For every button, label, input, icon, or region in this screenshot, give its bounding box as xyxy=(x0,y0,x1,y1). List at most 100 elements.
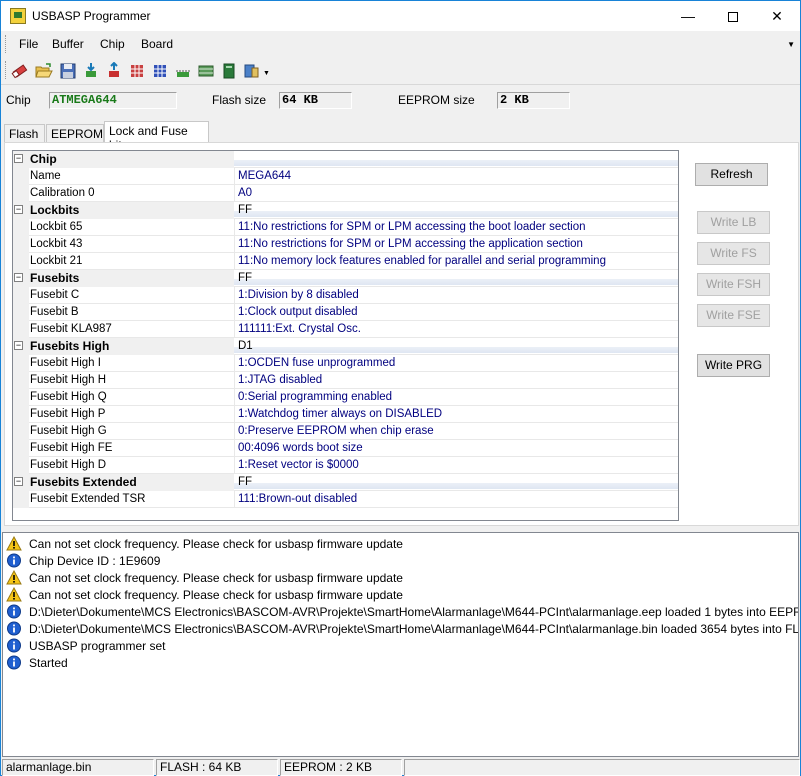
property-value[interactable]: 11:No memory lock features enabled for p… xyxy=(238,255,606,267)
collapse-icon[interactable]: − xyxy=(14,273,23,282)
title-bar[interactable]: USBASP Programmer — ✕ xyxy=(1,1,800,31)
grid-property-row[interactable]: Name MEGA644 xyxy=(13,168,678,185)
menu-board[interactable]: Board xyxy=(141,37,173,51)
row-gutter xyxy=(13,372,29,389)
property-value[interactable]: 11:No restrictions for SPM or LPM access… xyxy=(238,221,586,233)
write-flash-icon[interactable] xyxy=(128,62,146,80)
property-value[interactable]: 1:Division by 8 disabled xyxy=(238,289,359,301)
eeprom-size-value: 2 KB xyxy=(497,92,570,109)
property-value[interactable]: 1:Clock output disabled xyxy=(238,306,358,318)
property-value[interactable]: MEGA644 xyxy=(238,170,291,182)
row-gutter xyxy=(13,321,29,338)
eraser-icon[interactable] xyxy=(11,62,29,80)
write-chip-icon[interactable] xyxy=(82,62,100,80)
minimize-button[interactable]: — xyxy=(665,1,711,31)
grid-property-row[interactable]: Lockbit 21 11:No memory lock features ena… xyxy=(13,253,678,270)
property-value[interactable]: 1:JTAG disabled xyxy=(238,374,322,386)
property-value[interactable]: 1:Watchdog timer always on DISABLED xyxy=(238,408,442,420)
grid-property-row[interactable]: Fusebit B 1:Clock output disabled xyxy=(13,304,678,321)
warning-icon xyxy=(6,587,22,602)
log-message: Started xyxy=(29,656,68,670)
property-value[interactable]: 11:No restrictions for SPM or LPM access… xyxy=(238,238,583,250)
property-value[interactable]: 111:Brown-out disabled xyxy=(238,493,357,505)
grid-property-row[interactable]: Fusebit High Q 0:Serial programming enabl… xyxy=(13,389,678,406)
write-fsh-button[interactable]: Write FSH xyxy=(697,273,770,296)
open-folder-icon[interactable] xyxy=(35,62,53,80)
grid-property-row[interactable]: Fusebit High G 0:Preserve EEPROM when chi… xyxy=(13,423,678,440)
grid-property-row[interactable]: Fusebit High D 1:Reset vector is $0000 xyxy=(13,457,678,474)
save-disk-icon[interactable] xyxy=(59,62,77,80)
grid-category-row[interactable]: − Chip xyxy=(13,151,678,168)
collapse-icon[interactable]: − xyxy=(14,205,23,214)
grid-property-row[interactable]: Fusebit High I 1:OCDEN fuse unprogrammed xyxy=(13,355,678,372)
grid-property-row[interactable]: Fusebit High FE 00:4096 words boot size xyxy=(13,440,678,457)
grid-property-row[interactable]: Fusebit High P 1:Watchdog timer always on… xyxy=(13,406,678,423)
message-log[interactable]: Can not set clock frequency. Please chec… xyxy=(2,532,799,757)
program-icon[interactable] xyxy=(174,62,192,80)
toolbar-grip xyxy=(5,61,8,79)
menu-bar: File Buffer Chip Board ▼ xyxy=(1,32,800,56)
grid-property-row[interactable]: Fusebit C 1:Division by 8 disabled xyxy=(13,287,678,304)
grid-category-row[interactable]: − Fusebits High D1 xyxy=(13,338,678,355)
collapse-icon[interactable]: − xyxy=(14,341,23,350)
property-value[interactable]: 00:4096 words boot size xyxy=(238,442,363,454)
tab-lock-and-fuse-bits[interactable]: Lock and Fuse bits xyxy=(104,121,209,152)
flash-size-value: 64 KB xyxy=(279,92,352,109)
property-grid[interactable]: − Chip Name MEGA644 Calibration 0 A0− Lockbits… xyxy=(12,150,679,521)
collapse-icon[interactable]: − xyxy=(14,154,23,163)
property-value[interactable]: 1:OCDEN fuse unprogrammed xyxy=(238,357,395,369)
options-icon[interactable] xyxy=(243,62,261,80)
grid-property-row[interactable]: Fusebit Extended TSR 111:Brown-out disabl… xyxy=(13,491,678,508)
refresh-button[interactable]: Refresh xyxy=(695,163,768,186)
property-name: Calibration 0 xyxy=(30,187,95,199)
property-name: Fusebit High H xyxy=(30,374,107,386)
log-message: Can not set clock frequency. Please chec… xyxy=(29,571,403,585)
write-prg-button[interactable]: Write PRG xyxy=(697,354,770,377)
menu-buffer[interactable]: Buffer xyxy=(52,37,84,51)
chip-memory-icon[interactable] xyxy=(197,62,215,80)
property-value[interactable]: 1:Reset vector is $0000 xyxy=(238,459,359,471)
property-name: Fusebit KLA987 xyxy=(30,323,112,335)
info-icon xyxy=(7,655,21,670)
log-message: Chip Device ID : 1E9609 xyxy=(29,554,161,568)
property-name: Fusebit High FE xyxy=(30,442,113,454)
write-fse-button[interactable]: Write FSE xyxy=(697,304,770,327)
property-name: Lockbit 21 xyxy=(30,255,83,267)
grid-category-row[interactable]: − Lockbits FF xyxy=(13,202,678,219)
menu-overflow-icon[interactable]: ▼ xyxy=(787,40,795,49)
row-gutter xyxy=(13,457,29,474)
property-value[interactable]: A0 xyxy=(238,187,252,199)
verify-chip-icon[interactable] xyxy=(151,62,169,80)
warning-icon xyxy=(6,570,22,585)
tab-eeprom[interactable]: EEPROM xyxy=(46,124,104,143)
row-gutter xyxy=(13,287,29,304)
close-button[interactable]: ✕ xyxy=(754,1,800,31)
menu-chip[interactable]: Chip xyxy=(100,37,125,51)
options-dropdown-icon[interactable]: ▼ xyxy=(263,70,270,77)
column-separator xyxy=(234,236,235,253)
grid-property-row[interactable]: Fusebit High H 1:JTAG disabled xyxy=(13,372,678,389)
write-fs-button[interactable]: Write FS xyxy=(697,242,770,265)
category-value: FF xyxy=(238,476,253,488)
grid-category-row[interactable]: − Fusebits Extended FF xyxy=(13,474,678,491)
grid-property-row[interactable]: Lockbit 43 11:No restrictions for SPM or … xyxy=(13,236,678,253)
column-separator xyxy=(234,355,235,372)
write-lb-button[interactable]: Write LB xyxy=(697,211,770,234)
app-window: USBASP Programmer — ✕ File Buffer Chip B… xyxy=(0,0,801,776)
menu-file[interactable]: File xyxy=(19,37,38,51)
property-value[interactable]: 0:Preserve EEPROM when chip erase xyxy=(238,425,434,437)
collapse-icon[interactable]: − xyxy=(14,477,23,486)
tab-flash[interactable]: Flash xyxy=(4,124,45,143)
grid-property-row[interactable]: Calibration 0 A0 xyxy=(13,185,678,202)
property-value[interactable]: 0:Serial programming enabled xyxy=(238,391,392,403)
grid-category-row[interactable]: − Fusebits FF xyxy=(13,270,678,287)
maximize-button[interactable] xyxy=(710,1,756,31)
book-icon[interactable] xyxy=(220,62,238,80)
category-name: Lockbits xyxy=(30,203,80,217)
grid-property-row[interactable]: Lockbit 65 11:No restrictions for SPM or … xyxy=(13,219,678,236)
status-bar: alarmanlage.bin FLASH : 64 KB EEPROM : 2… xyxy=(1,758,800,776)
column-separator xyxy=(234,440,235,457)
grid-property-row[interactable]: Fusebit KLA987 111111:Ext. Crystal Osc. xyxy=(13,321,678,338)
read-chip-icon[interactable] xyxy=(105,62,123,80)
property-value[interactable]: 111111:Ext. Crystal Osc. xyxy=(238,323,361,335)
